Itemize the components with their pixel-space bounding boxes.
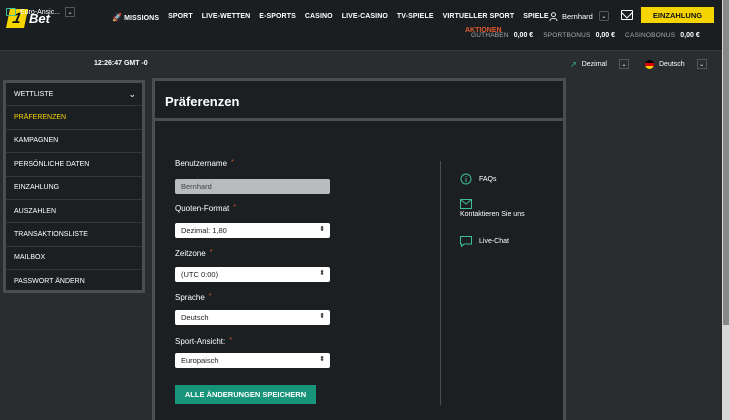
mail-icon[interactable] xyxy=(621,10,633,20)
odds-format-label: Quoten-Format * xyxy=(175,204,236,216)
user-icon xyxy=(549,11,558,21)
nav-missions[interactable]: 🚀 MISSIONS xyxy=(112,13,159,22)
sport-view-label: Sport-Ansicht: * xyxy=(175,337,232,349)
required-mark: * xyxy=(209,249,213,256)
sport-view-field[interactable]: Europaisch xyxy=(175,353,330,368)
scrollbar-thumb[interactable] xyxy=(723,0,729,325)
username-field: Bernhard xyxy=(175,179,330,194)
casinobonus-value: 0,00 € xyxy=(680,32,700,39)
chat-icon xyxy=(460,236,472,247)
nav-live-casino[interactable]: LIVE-CASINO xyxy=(342,13,388,22)
balance-label: GUTHABEN xyxy=(471,32,509,39)
timezone-label: Zeitzone * xyxy=(175,249,212,261)
username-label: Benutzername * xyxy=(175,159,234,171)
required-mark: * xyxy=(233,204,236,211)
trend-icon: ↗ xyxy=(570,59,577,69)
nav-esports[interactable]: E-SPORTS xyxy=(259,13,296,22)
deposit-button[interactable]: EINZAHLUNG xyxy=(641,7,714,23)
nav-missions-label: MISSIONS xyxy=(124,15,160,22)
username-label-text: Benutzername xyxy=(175,159,228,168)
odds-format-label: Dezimal xyxy=(581,60,607,68)
language-label: Deutsch xyxy=(659,60,685,68)
faqs-link[interactable]: FAQs xyxy=(460,173,497,185)
page-title: Präferenzen xyxy=(155,81,563,121)
sidebar-item-praferenzen[interactable]: PRÄFERENZEN xyxy=(6,106,142,130)
sidebar-item-label: WETTLISTE xyxy=(14,90,54,98)
nav-spiele[interactable]: SPIELE xyxy=(523,13,549,22)
balance-value: 0,00 € xyxy=(513,32,534,39)
chevron-down-icon: ⌄ xyxy=(128,88,136,99)
save-button[interactable]: ALLE ÄNDERUNGEN SPEICHERN xyxy=(175,385,316,404)
odds-format-field[interactable]: Dezimal: 1,80 xyxy=(175,223,330,238)
timezone-field[interactable]: (UTC 0:00) xyxy=(175,267,330,282)
language-select[interactable]: Deutsch ⌄ xyxy=(645,59,707,69)
live-chat-link[interactable]: Live-Chat xyxy=(460,236,509,247)
odds-format-label-text: Quoten-Format xyxy=(175,204,230,213)
nav-live-wetten[interactable]: LIVE-WETTEN xyxy=(202,13,251,22)
rocket-icon: 🚀 xyxy=(112,13,123,22)
live-chat-label: Live-Chat xyxy=(479,238,509,245)
display-icon xyxy=(6,8,16,16)
mail-icon xyxy=(460,199,472,209)
contact-label: Kontaktieren Sie uns xyxy=(460,211,525,218)
sportbonus-value: 0,00 € xyxy=(595,32,616,39)
chevron-down-icon: ⌄ xyxy=(696,59,707,69)
nav-tv-spiele[interactable]: TV-SPIELE xyxy=(397,13,434,22)
divider xyxy=(440,161,441,405)
account-sidebar: WETTLISTE ⌄ PRÄFERENZEN KAMPAGNEN PERSÖN… xyxy=(3,80,145,293)
odds-view-label: Euro-Ansic... xyxy=(20,8,61,16)
info-icon xyxy=(460,173,472,185)
timezone-label-text: Zeitzone xyxy=(175,249,206,258)
nav-virtueller-sport[interactable]: VIRTUELLER SPORT xyxy=(443,13,515,22)
user-menu[interactable]: Bernhard ⌄ xyxy=(549,11,609,21)
main-nav: 🚀 MISSIONS SPORT LIVE-WETTEN E-SPORTS CAS… xyxy=(112,13,558,22)
required-mark: * xyxy=(208,293,212,300)
language-field[interactable]: Deutsch xyxy=(175,310,330,325)
odds-format-select[interactable]: ↗ Dezimal ⌄ xyxy=(570,59,629,69)
faqs-label: FAQs xyxy=(479,175,497,183)
clock: 12:26:47 GMT -0 xyxy=(94,60,148,67)
sidebar-item-personliche-daten[interactable]: PERSÖNLICHE DATEN xyxy=(6,153,142,177)
chevron-down-icon: ⌄ xyxy=(619,59,629,69)
german-flag-icon xyxy=(645,59,654,69)
language-label: Sprache * xyxy=(175,293,212,305)
required-mark: * xyxy=(231,159,234,166)
casinobonus-label: CASINOBONUS xyxy=(625,32,676,39)
preferences-panel: Präferenzen Benutzername * Bernhard Quote… xyxy=(152,78,566,420)
top-header: 1 Bet 🚀 MISSIONS SPORT LIVE-WETTEN E-SPOR… xyxy=(0,0,722,51)
contact-link[interactable]: Kontaktieren Sie uns xyxy=(460,199,525,218)
odds-view-select[interactable]: Euro-Ansic... ⌄ xyxy=(6,7,76,17)
sidebar-item-auszahlen[interactable]: AUSZAHLEN xyxy=(6,200,142,224)
sidebar-item-passwort-andern[interactable]: PASSWORT ÄNDERN xyxy=(6,270,142,293)
nav-casino[interactable]: CASINO xyxy=(305,13,333,22)
sidebar-item-wettliste[interactable]: WETTLISTE ⌄ xyxy=(6,83,142,107)
sport-view-label-text: Sport-Ansicht: xyxy=(175,337,226,346)
username: Bernhard xyxy=(562,11,593,21)
sidebar-item-transaktionsliste[interactable]: TRANSAKTIONSLISTE xyxy=(6,223,142,247)
language-label-text: Sprache xyxy=(175,293,205,302)
sidebar-item-kampagnen[interactable]: KAMPAGNEN xyxy=(6,130,142,154)
sidebar-item-mailbox[interactable]: MAILBOX xyxy=(6,247,142,271)
sportbonus-label: SPORTBONUS xyxy=(543,32,591,39)
balances: GUTHABEN 0,00 € SPORTBONUS 0,00 € CASINO… xyxy=(471,32,700,39)
chevron-down-icon: ⌄ xyxy=(65,7,76,17)
required-mark: * xyxy=(229,337,232,344)
sidebar-item-einzahlung[interactable]: EINZAHLUNG xyxy=(6,177,142,200)
chevron-down-icon: ⌄ xyxy=(598,11,609,21)
nav-sport[interactable]: SPORT xyxy=(168,13,193,22)
